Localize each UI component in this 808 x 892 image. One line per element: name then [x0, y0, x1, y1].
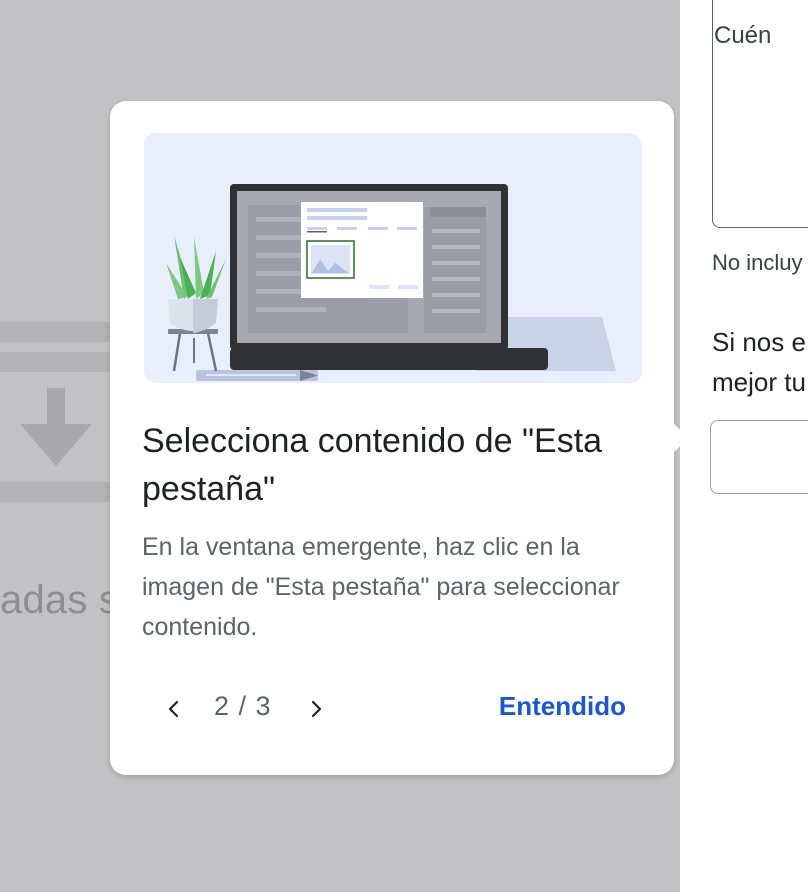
tab-selection-illustration [144, 133, 642, 383]
chevron-left-icon [168, 700, 179, 718]
tooltip-body: En la ventana emergente, haz clic en la … [142, 533, 620, 641]
previous-step-button[interactable] [154, 689, 194, 729]
download-icon [20, 388, 92, 466]
side-paragraph: Si nos e mejor tu [712, 322, 806, 402]
chevron-right-icon [311, 700, 322, 718]
side-paragraph-line: mejor tu [712, 367, 806, 397]
tooltip-title: Selecciona contenido de "Esta pestaña" [142, 422, 603, 508]
screen: adas s Cuén No incluy Si nos e mejor tu [0, 0, 808, 892]
background-divider [0, 482, 112, 502]
side-paragraph-line: Si nos e [712, 327, 806, 357]
laptop-illustration [166, 184, 616, 381]
feedback-textarea-text: Cuén [714, 22, 772, 49]
background-divider [0, 352, 112, 372]
side-panel: Cuén No incluy Si nos e mejor tu [680, 0, 808, 892]
next-step-button[interactable] [296, 689, 336, 729]
tooltip-footer: 2 / 3 Entendido [110, 685, 674, 733]
tooltip-card: Selecciona contenido de "Esta pestaña" E… [110, 101, 689, 775]
got-it-button[interactable]: Entendido [499, 691, 626, 722]
background-divider [0, 322, 112, 342]
step-indicator: 2 / 3 [214, 691, 272, 721]
textarea-hint: No incluy [712, 250, 803, 275]
background-heading: adas s [0, 578, 110, 622]
side-input-field[interactable] [710, 420, 808, 494]
